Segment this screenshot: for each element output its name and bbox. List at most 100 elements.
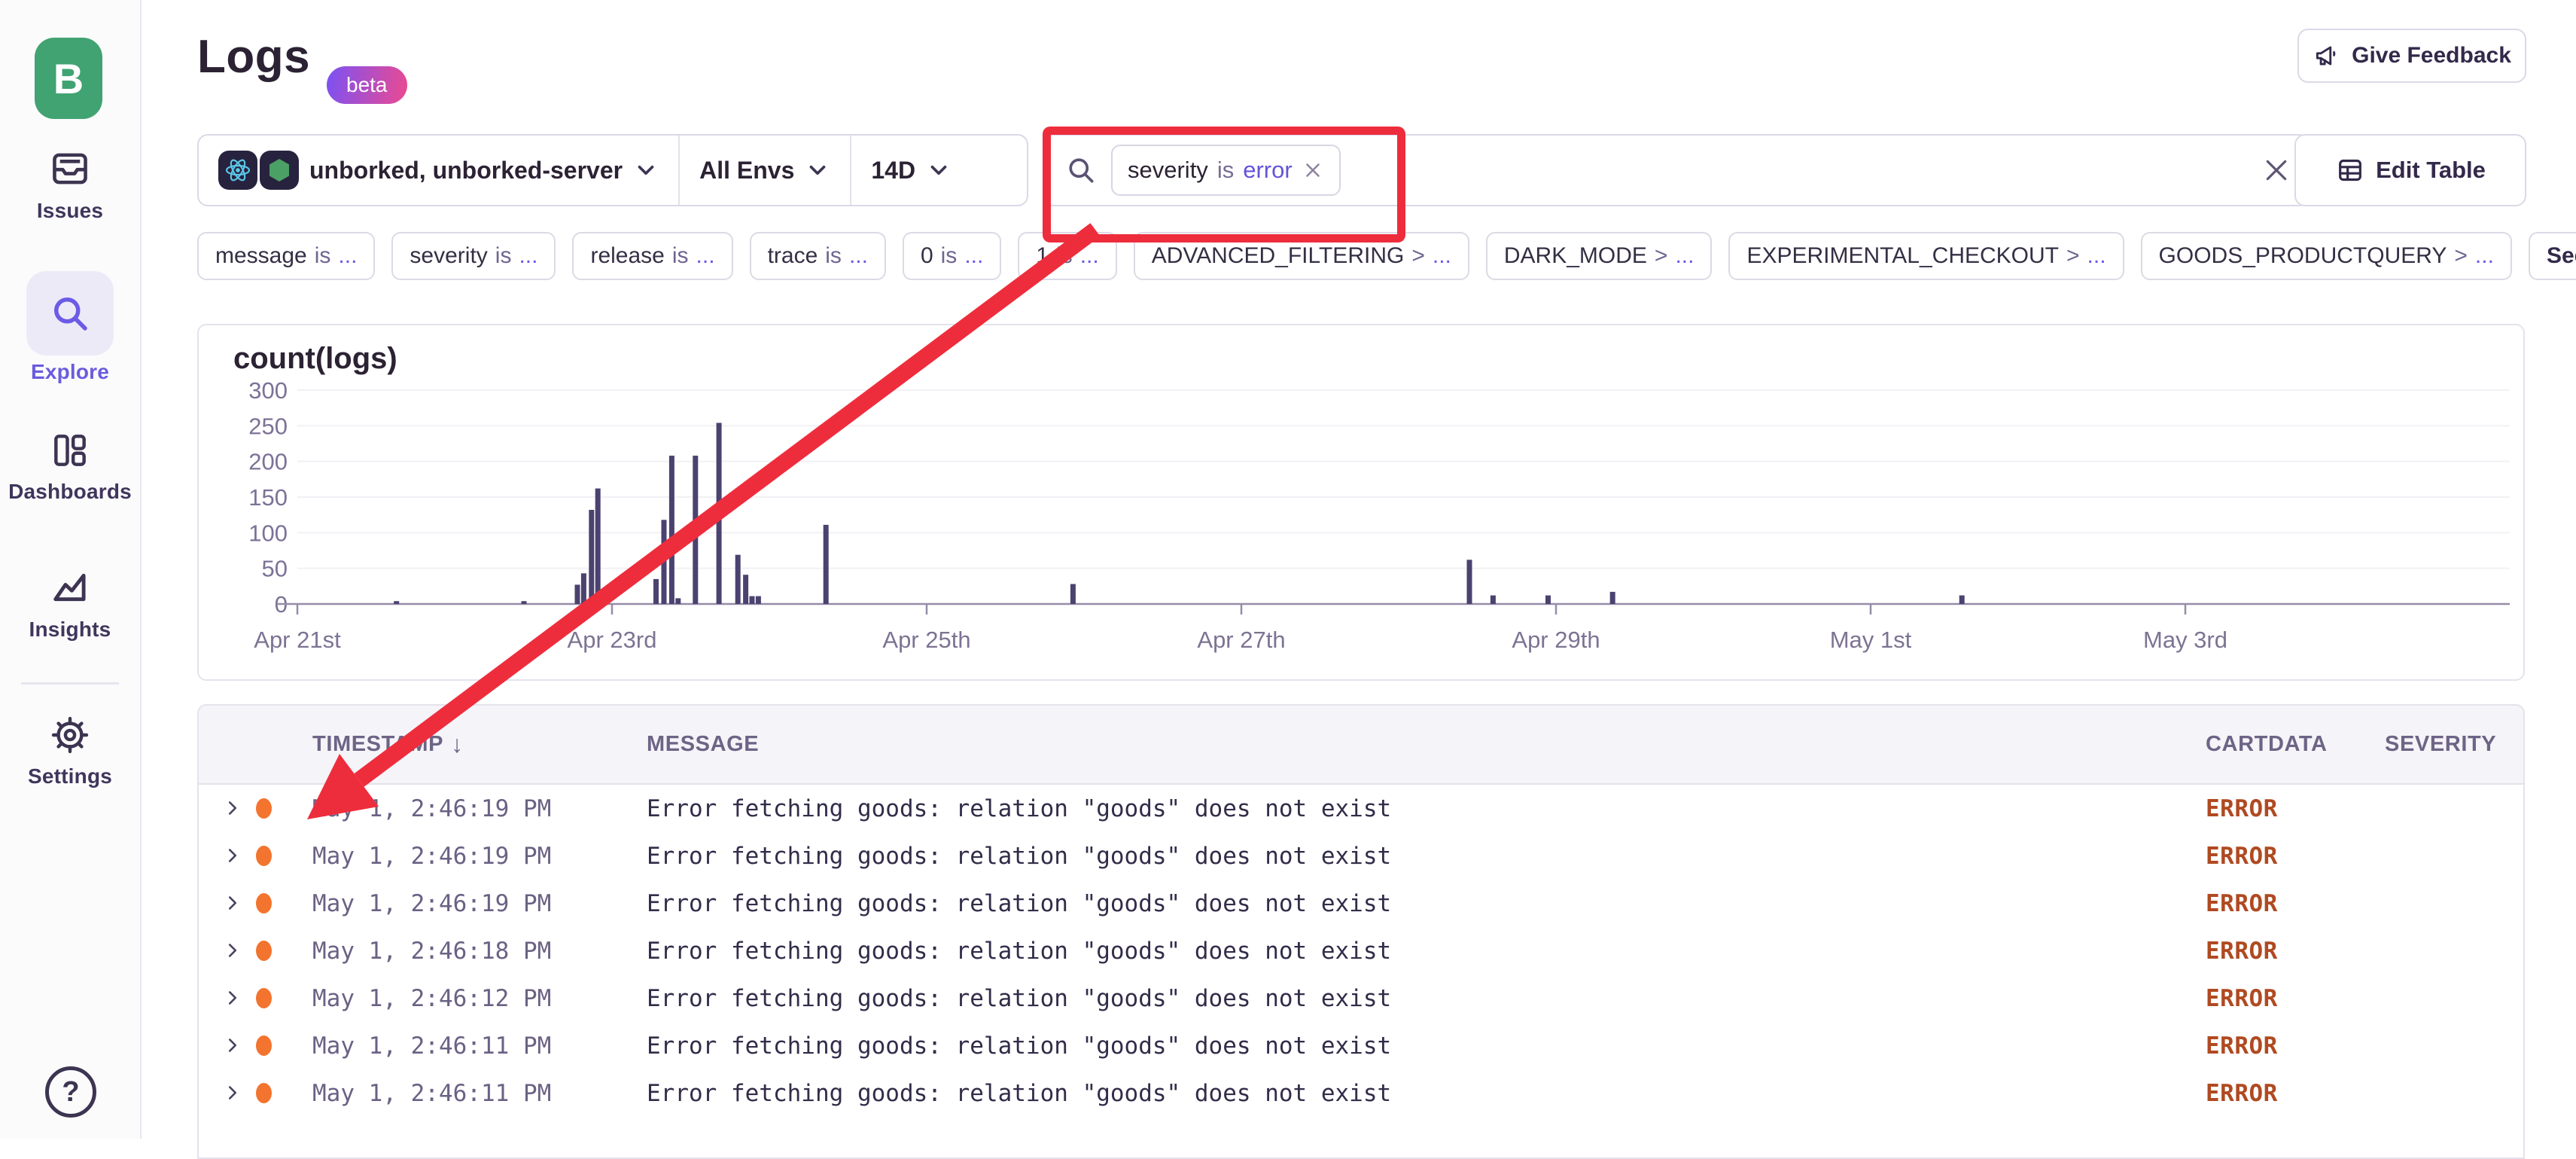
svg-text:Apr 23rd: Apr 23rd	[568, 627, 657, 653]
help-button[interactable]: ?	[45, 1066, 96, 1118]
column-header-message[interactable]: MESSAGE	[647, 706, 759, 783]
log-row[interactable]: May 1, 2:46:18 PMError fetching goods: r…	[199, 927, 2523, 974]
expand-chevron-icon[interactable]	[221, 1081, 244, 1104]
log-cartdata: ERROR	[2206, 880, 2278, 927]
log-cartdata: ERROR	[2206, 832, 2278, 880]
chip-key: release	[590, 243, 664, 269]
svg-text:Apr 21st: Apr 21st	[254, 627, 341, 653]
chip-operator: >	[1655, 243, 1668, 269]
expand-chevron-icon[interactable]	[221, 797, 244, 819]
filter-chip-experimental_checkout[interactable]: EXPERIMENTAL_CHECKOUT>...	[1728, 232, 2124, 280]
give-feedback-button[interactable]: Give Feedback	[2297, 29, 2526, 83]
filter-chip-advanced_filtering[interactable]: ADVANCED_FILTERING>...	[1134, 232, 1469, 280]
expand-chevron-icon[interactable]	[221, 987, 244, 1009]
filter-chip-goods_productquery[interactable]: GOODS_PRODUCTQUERY >...	[2141, 232, 2512, 280]
log-row[interactable]: May 1, 2:46:19 PMError fetching goods: r…	[199, 785, 2523, 832]
chip-value: ...	[1080, 243, 1099, 269]
expand-chevron-icon[interactable]	[221, 1034, 244, 1057]
date-range-selector[interactable]: 14D	[850, 136, 971, 205]
severity-dot	[256, 846, 272, 866]
sidebar-item-insights[interactable]: Insights	[0, 563, 140, 642]
log-message: Error fetching goods: relation "goods" d…	[647, 785, 1391, 832]
sidebar-item-dashboards[interactable]: Dashboards	[0, 426, 140, 504]
table-header: TIMESTAMP↓ MESSAGE CARTDATA SEVERITY	[199, 706, 2523, 785]
table-icon	[2335, 155, 2365, 185]
log-message: Error fetching goods: relation "goods" d…	[647, 1022, 1391, 1069]
column-header-severity[interactable]: SEVERITY	[2385, 706, 2496, 783]
chip-key: GOODS_PRODUCTQUERY	[2159, 243, 2447, 269]
severity-dot	[256, 1035, 272, 1056]
chip-key: trace	[768, 243, 818, 269]
chip-key: DARK_MODE	[1504, 243, 1647, 269]
log-row[interactable]: May 1, 2:46:19 PMError fetching goods: r…	[199, 832, 2523, 880]
log-row[interactable]: May 1, 2:46:12 PMError fetching goods: r…	[199, 974, 2523, 1022]
chip-operator: >	[1411, 243, 1425, 269]
chevron-down-icon	[926, 157, 952, 183]
severity-dot	[256, 988, 272, 1008]
token-value: error	[1243, 157, 1292, 184]
log-row[interactable]: May 1, 2:46:11 PMError fetching goods: r…	[199, 1069, 2523, 1117]
svg-text:Apr 27th: Apr 27th	[1197, 627, 1285, 653]
org-avatar[interactable]: B	[35, 38, 102, 119]
sidebar-divider	[21, 682, 119, 685]
svg-text:50: 50	[262, 556, 288, 582]
question-icon: ?	[62, 1076, 79, 1109]
see-full-list-label: See full list	[2547, 243, 2576, 269]
filter-chip-1[interactable]: 1is...	[1018, 232, 1116, 280]
sidebar-item-explore[interactable]: Explore	[0, 271, 140, 384]
chip-key: severity	[410, 243, 487, 269]
clear-search-icon[interactable]	[2252, 146, 2300, 194]
edit-table-button[interactable]: Edit Table	[2294, 134, 2526, 206]
search-filter-token[interactable]: severity is error	[1111, 145, 1341, 196]
chip-key: message	[215, 243, 307, 269]
expand-chevron-icon[interactable]	[221, 939, 244, 962]
sidebar-item-label: Issues	[0, 199, 140, 223]
settings-icon	[46, 711, 94, 759]
logs-table-panel: TIMESTAMP↓ MESSAGE CARTDATA SEVERITY May 1,…	[197, 704, 2525, 1159]
svg-text:150: 150	[248, 484, 288, 511]
filter-chip-0[interactable]: 0is...	[903, 232, 1001, 280]
filter-chip-dark_mode[interactable]: DARK_MODE >...	[1486, 232, 1713, 280]
log-cartdata: ERROR	[2206, 785, 2278, 832]
sidebar-item-label: Insights	[0, 618, 140, 642]
project-selector-value: unborked, unborked-server	[309, 157, 623, 185]
filter-chip-severity[interactable]: severityis...	[391, 232, 556, 280]
filter-chip-trace[interactable]: traceis...	[750, 232, 886, 280]
column-header-timestamp[interactable]: TIMESTAMP↓	[312, 706, 464, 783]
chip-value: ...	[2475, 243, 2494, 269]
filter-chip-release[interactable]: releaseis...	[572, 232, 732, 280]
see-full-list-button[interactable]: See full list	[2529, 232, 2576, 280]
environment-selector-value: All Envs	[699, 157, 794, 185]
sidebar-item-settings[interactable]: Settings	[0, 711, 140, 788]
chip-value: ...	[849, 243, 868, 269]
sidebar-item-issues[interactable]: Issues	[0, 145, 140, 223]
filter-chip-message[interactable]: messageis...	[197, 232, 375, 280]
node-platform-icon	[260, 151, 299, 190]
expand-chevron-icon[interactable]	[221, 892, 244, 914]
megaphone-icon	[2313, 41, 2341, 70]
column-header-cartdata[interactable]: CARTDATA	[2206, 706, 2328, 783]
chip-operator: >	[2454, 243, 2468, 269]
token-remove-icon[interactable]	[1302, 159, 1324, 181]
svg-text:250: 250	[248, 413, 288, 439]
environment-selector[interactable]: All Envs	[678, 136, 850, 205]
sidebar-item-label: Settings	[0, 764, 140, 788]
sidebar: B Issues Explore Dashboards Insights Setting…	[0, 0, 142, 1139]
project-selector[interactable]: unborked, unborked-server	[199, 136, 678, 205]
edit-table-label: Edit Table	[2376, 157, 2486, 184]
log-message: Error fetching goods: relation "goods" d…	[647, 927, 1391, 974]
log-timestamp: May 1, 2:46:19 PM	[312, 832, 551, 880]
chip-operator: is	[941, 243, 958, 269]
chip-value: ...	[1675, 243, 1694, 269]
log-search-input[interactable]: severity is error	[1043, 134, 2310, 206]
log-row[interactable]: May 1, 2:46:19 PMError fetching goods: r…	[199, 880, 2523, 927]
expand-chevron-icon[interactable]	[221, 844, 244, 867]
token-operator: is	[1217, 157, 1234, 184]
svg-text:May 3rd: May 3rd	[2143, 627, 2227, 653]
react-platform-icon	[218, 151, 257, 190]
log-row[interactable]: May 1, 2:46:11 PMError fetching goods: r…	[199, 1022, 2523, 1069]
log-timestamp: May 1, 2:46:19 PM	[312, 880, 551, 927]
chip-operator: is	[1056, 243, 1073, 269]
chip-value: ...	[964, 243, 983, 269]
sidebar-item-label: Explore	[0, 360, 140, 384]
